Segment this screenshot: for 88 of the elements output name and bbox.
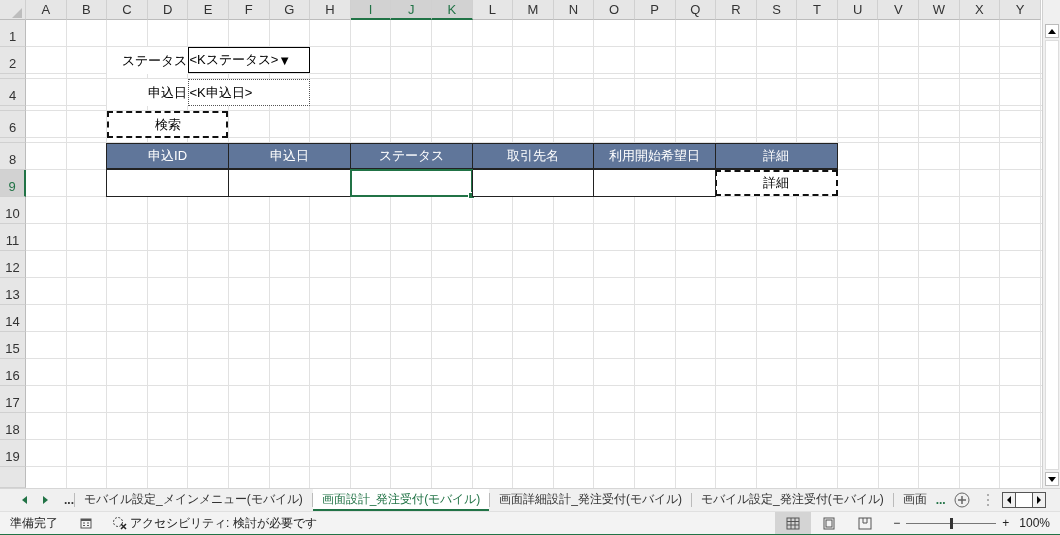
column-header[interactable]: L (472, 0, 514, 20)
column-header[interactable]: D (147, 0, 189, 20)
scroll-up-icon[interactable] (1044, 24, 1059, 38)
sheet-tab[interactable]: 画面詳細設計_発注受付(モバイル) (490, 489, 692, 511)
sheet-tab[interactable]: 画面設計_発注受付(モバイル) (312, 489, 490, 511)
column-header[interactable]: M (513, 0, 554, 20)
table-header-cell: 申込日 (227, 143, 351, 170)
zoom-in-button[interactable]: + (1002, 516, 1010, 530)
scroll-left-icon[interactable] (1006, 496, 1011, 504)
row-header[interactable]: 1 (0, 20, 26, 47)
row-header[interactable]: 11 (0, 224, 26, 251)
column-header[interactable]: V (878, 0, 920, 20)
splitter-dots-icon[interactable] (985, 493, 990, 507)
zoom-level[interactable]: 100% (1019, 516, 1050, 530)
column-header[interactable]: I (350, 0, 392, 20)
field-label: 申込日 (107, 79, 189, 106)
row-header[interactable]: 15 (0, 332, 26, 359)
column-header[interactable]: N (553, 0, 595, 20)
row-header[interactable]: 13 (0, 278, 26, 305)
accessibility-status[interactable]: アクセシビリティ: 検討が必要です (130, 514, 317, 532)
ready-status: 準備完了 (10, 514, 58, 532)
column-header[interactable]: T (797, 0, 838, 20)
row-header[interactable]: 4 (0, 79, 26, 106)
table-header-cell: ステータス (349, 143, 473, 170)
column-header[interactable]: W (919, 0, 960, 20)
column-header[interactable]: F (228, 0, 270, 20)
column-header[interactable]: O (594, 0, 635, 20)
sheet-tab[interactable]: 画面 (893, 489, 936, 511)
row-header[interactable]: 10 (0, 197, 26, 224)
row-header[interactable]: 18 (0, 413, 26, 440)
column-header[interactable]: C (107, 0, 148, 20)
row-header[interactable]: 2 (0, 47, 26, 74)
add-sheet-icon[interactable] (953, 492, 970, 508)
detail-button[interactable]: 詳細 (715, 170, 838, 196)
cell-grid[interactable]: A B C D E F G H I J K L M N O P Q R S T U V W X Y 1 2 4 6 8 9 10 11 12 13 14 15 16 17 18 19 ステータス<Kステータス>▼ 申込日<K申込日> 検索 申込ID 申込日 ステータス 取引先名 利用開始希望日 詳細 詳細 (0, 0, 1042, 488)
scroll-right-icon[interactable] (1036, 496, 1041, 504)
column-header[interactable]: U (837, 0, 879, 20)
column-header[interactable]: B (66, 0, 108, 20)
row-header[interactable]: 17 (0, 386, 26, 413)
table-header-cell: 詳細 (715, 143, 838, 170)
column-header[interactable]: Y (1000, 0, 1041, 20)
status-dropdown[interactable]: <Kステータス>▼ (188, 47, 311, 73)
table-cell[interactable] (471, 170, 595, 197)
row-header[interactable]: 12 (0, 251, 26, 278)
row-header[interactable]: 19 (0, 440, 26, 467)
normal-view-button[interactable] (775, 512, 812, 534)
column-header[interactable]: X (959, 0, 1001, 20)
row-header[interactable]: 14 (0, 305, 26, 332)
row-header[interactable]: 6 (0, 111, 26, 138)
page-break-view-icon (858, 516, 873, 530)
normal-view-icon (786, 516, 801, 530)
macro-record-icon[interactable] (80, 517, 92, 529)
table-header-cell: 取引先名 (471, 143, 595, 170)
column-header[interactable]: K (431, 0, 473, 20)
zoom-out-button[interactable]: − (893, 516, 901, 530)
table-cell[interactable] (106, 170, 229, 197)
column-header[interactable]: J (391, 0, 432, 20)
vertical-scrollbar[interactable] (1042, 0, 1060, 488)
sheet-tab[interactable]: モバイル設定_メインメニュー(モバイル) (75, 489, 312, 511)
dropdown-arrow: ▼ (278, 52, 292, 68)
table-header-cell: 利用開始希望日 (593, 143, 717, 170)
column-header[interactable]: A (26, 0, 67, 20)
sheet-tab[interactable]: モバイル設定_発注受付(モバイル) (692, 489, 893, 511)
scroll-down-icon[interactable] (1044, 472, 1059, 486)
corner-triangle-icon (11, 7, 22, 18)
column-header[interactable]: R (716, 0, 757, 20)
column-header[interactable]: S (756, 0, 798, 20)
table-cell[interactable] (227, 170, 351, 197)
table-header-cell: 申込ID (106, 143, 229, 170)
column-header[interactable]: P (634, 0, 676, 20)
more-sheets-indicator[interactable]: ... (935, 489, 946, 511)
table-cell[interactable] (593, 170, 717, 197)
column-header[interactable]: Q (675, 0, 717, 20)
column-header[interactable]: E (188, 0, 229, 20)
row-header[interactable]: 16 (0, 359, 26, 386)
search-button[interactable]: 検索 (107, 111, 228, 138)
column-header[interactable]: G (269, 0, 311, 20)
zoom-slider-thumb[interactable] (950, 517, 954, 529)
row-header[interactable]: 8 (0, 143, 26, 170)
column-header[interactable]: H (310, 0, 351, 20)
row-header[interactable]: 9 (0, 170, 26, 197)
table-cell[interactable] (349, 169, 473, 197)
more-sheets-button[interactable]: ... (64, 493, 74, 507)
page-layout-icon (822, 516, 837, 530)
date-field[interactable]: <K申込日> (188, 79, 311, 106)
accessibility-icon[interactable] (112, 516, 128, 530)
field-label: ステータス (107, 47, 189, 74)
horizontal-scrollbar[interactable] (1001, 492, 1046, 508)
